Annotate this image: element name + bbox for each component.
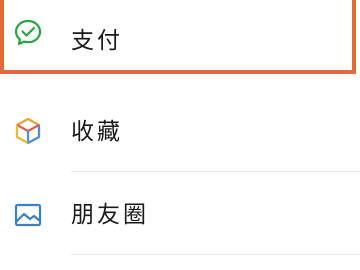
favorites-cube-icon [15, 117, 41, 145]
settings-menu-screen: 支付 收藏 朋友圈 [0, 0, 360, 270]
divider [71, 254, 360, 255]
menu-item-moments[interactable]: 朋友圈 [0, 172, 360, 252]
menu-item-label: 收藏 [71, 119, 123, 145]
menu-item-pay[interactable]: 支付 [0, 0, 360, 76]
section-gap [0, 80, 360, 88]
menu-item-favorites[interactable]: 收藏 [0, 90, 360, 170]
moments-image-icon [14, 203, 42, 227]
wechat-pay-icon [14, 19, 42, 46]
menu-item-label: 支付 [71, 28, 123, 54]
menu-item-label: 朋友圈 [71, 202, 149, 228]
